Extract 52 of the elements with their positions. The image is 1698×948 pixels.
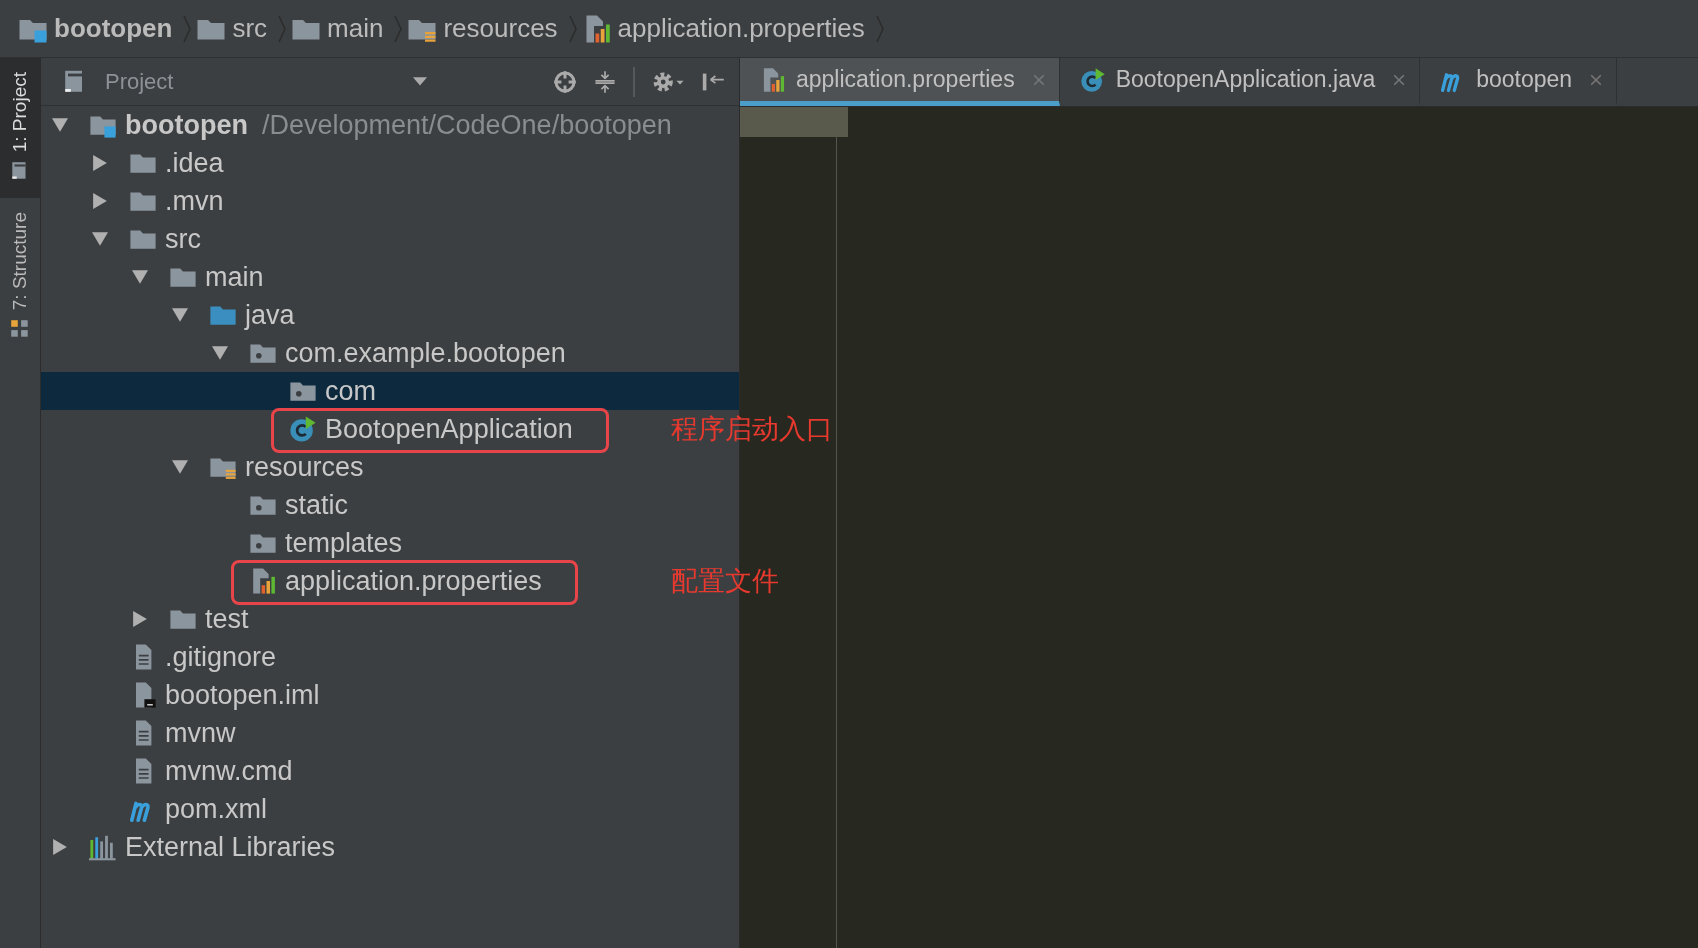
libraries-icon [89, 833, 117, 861]
breadcrumb-item[interactable]: application.properties [581, 11, 885, 46]
tree-item[interactable]: mvnw.cmd [41, 752, 739, 790]
tree-item[interactable]: src [41, 220, 739, 258]
expand-arrow-icon[interactable] [172, 307, 188, 323]
class-icon [289, 415, 317, 443]
annotation-text: 程序启动入口 [670, 413, 833, 446]
expand-arrow-icon[interactable] [212, 345, 228, 361]
expand-arrow-icon[interactable] [52, 117, 68, 133]
expand-arrow-icon[interactable] [132, 611, 148, 627]
panel-title[interactable]: Project [105, 68, 397, 95]
close-icon[interactable] [1393, 73, 1406, 86]
tree-item[interactable]: bootopen.iml [41, 676, 739, 714]
tree-item[interactable]: java [41, 296, 739, 334]
expand-arrow-icon[interactable] [172, 459, 188, 475]
tree-item[interactable]: External Libraries [41, 828, 739, 866]
locate-icon[interactable] [553, 69, 577, 94]
breadcrumb-item[interactable]: bootopen [18, 11, 193, 46]
tree-item[interactable]: templates [41, 524, 739, 562]
editor-tab[interactable]: bootopen [1420, 58, 1618, 106]
caret-icon[interactable] [413, 76, 427, 87]
tree-item[interactable]: .idea [41, 144, 739, 182]
breadcrumb-item[interactable]: resources [407, 11, 578, 46]
breadcrumb-item[interactable]: src [196, 11, 288, 46]
tool-window-button[interactable]: 1: Project [0, 58, 40, 199]
tree-item[interactable]: mvnw [41, 714, 739, 752]
expand-arrow-icon[interactable] [52, 839, 68, 855]
tree-item[interactable]: static [41, 486, 739, 524]
editor-tab[interactable]: application.properties [740, 58, 1060, 106]
class-icon [1079, 66, 1106, 93]
tree-item[interactable]: com [41, 372, 739, 410]
tool-window-button[interactable]: 7: Structure [0, 198, 40, 357]
breadcrumb-item[interactable]: main [291, 11, 404, 46]
tree-item[interactable]: test [41, 600, 739, 638]
expand-arrow-icon[interactable] [132, 269, 148, 285]
collapse-all-icon[interactable] [593, 69, 617, 94]
settings-icon[interactable] [651, 69, 685, 94]
tree-item[interactable]: bootopen /Development/CodeOne/bootopen [41, 106, 739, 144]
tree-item[interactable]: main [41, 258, 739, 296]
close-icon[interactable] [1590, 73, 1603, 86]
tree-item[interactable]: application.properties [41, 562, 669, 600]
tree-item[interactable]: pom.xml [41, 790, 739, 828]
tree-item[interactable]: .gitignore [41, 638, 739, 676]
tree-item[interactable]: .mvn [41, 182, 739, 220]
editor-tab[interactable]: BootopenApplication.java [1059, 58, 1421, 106]
expand-arrow-icon[interactable] [92, 231, 108, 247]
annotation-text: 配置文件 [670, 565, 779, 598]
expand-arrow-icon[interactable] [92, 193, 108, 209]
expand-arrow-icon[interactable] [92, 155, 108, 171]
tree-item[interactable]: resources [41, 448, 739, 486]
tree-item[interactable]: BootopenApplication [41, 410, 669, 448]
tree-item[interactable]: com.example.bootopen [41, 334, 739, 372]
